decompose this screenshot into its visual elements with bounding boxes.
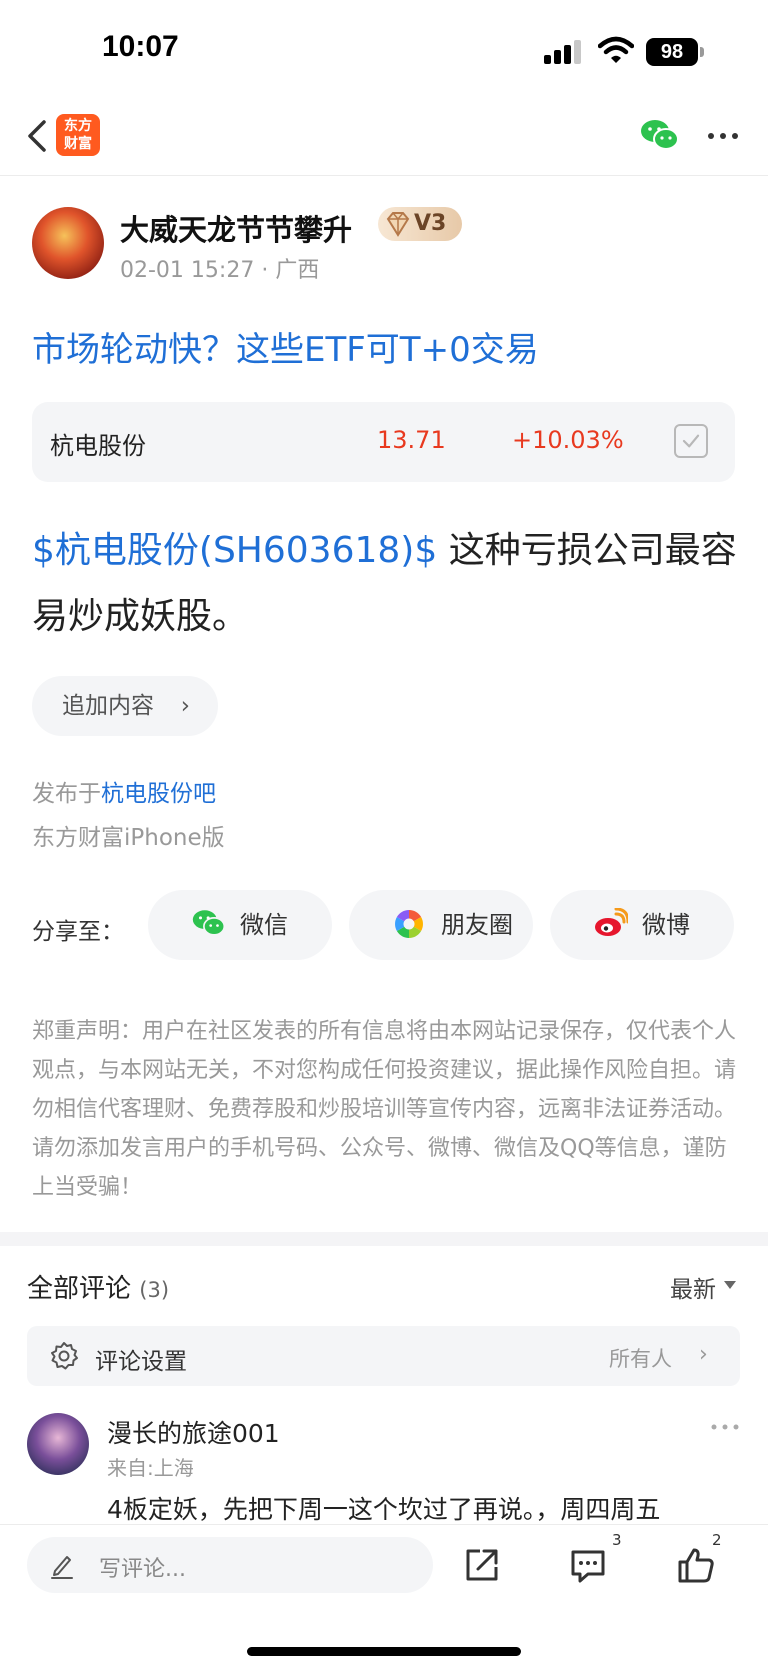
share-weibo-label: 微博 xyxy=(642,911,690,939)
stock-name: 杭电股份 xyxy=(50,432,146,460)
status-bar: 10:07 98 xyxy=(0,0,768,100)
post-body: $杭电股份(SH603618)$ 这种亏损公司最容易炒成妖股。 xyxy=(32,518,738,650)
post-title[interactable]: 市场轮动快？这些ETF可T+0交易 xyxy=(32,322,539,371)
battery-tip xyxy=(700,47,704,57)
home-indicator xyxy=(247,1647,521,1656)
diamond-icon xyxy=(386,212,410,237)
stock-mention-link[interactable]: $杭电股份(SH603618)$ xyxy=(32,530,437,571)
forum-line: 发布于杭电股份吧 xyxy=(32,774,216,808)
commenter-location: 来自:上海 xyxy=(107,1456,194,1480)
stock-price: 13.71 xyxy=(377,426,446,454)
cellular-signal-icon xyxy=(544,40,581,64)
comments-count: (3) xyxy=(139,1278,170,1302)
pen-icon xyxy=(51,1556,73,1579)
app-logo[interactable]: 东方 财富 xyxy=(56,114,100,156)
share-wechat-label: 微信 xyxy=(240,911,288,939)
wechat-icon xyxy=(192,910,226,936)
append-content-label: 追加内容 xyxy=(62,693,154,719)
author-avatar[interactable] xyxy=(32,207,104,279)
share-weibo-button[interactable]: 微博 xyxy=(550,890,734,960)
comment-settings-label: 评论设置 xyxy=(95,1349,187,1375)
caret-down-icon[interactable] xyxy=(724,1281,736,1289)
comment-settings-row[interactable]: 评论设置 所有人 › xyxy=(27,1326,740,1386)
nav-bar: 东方 财富 xyxy=(0,100,768,176)
status-time: 10:07 xyxy=(102,30,179,63)
chevron-right-icon: › xyxy=(699,1342,708,1367)
level-text: V3 xyxy=(414,211,447,236)
disclaimer-text: 郑重声明：用户在社区发表的所有信息将由本网站记录保存，仅代表个人观点，与本网站无… xyxy=(32,1019,737,1200)
comment-count-badge: 3 xyxy=(612,1531,622,1549)
section-divider xyxy=(0,1232,768,1246)
share-label: 分享至： xyxy=(32,919,124,945)
comments-title: 全部评论 (3) xyxy=(27,1268,169,1305)
comment-more-icon[interactable] xyxy=(710,1422,740,1432)
post-date: 02-01 15:27 xyxy=(120,258,255,283)
append-content-button[interactable]: 追加内容 › xyxy=(32,676,218,736)
comment-icon[interactable] xyxy=(568,1545,608,1585)
post-location: · 广西 xyxy=(261,258,320,283)
share-icon[interactable] xyxy=(462,1545,502,1585)
weibo-icon xyxy=(595,908,628,936)
author-name[interactable]: 大威天龙节节攀升 xyxy=(120,207,352,249)
level-badge: V3 xyxy=(378,207,462,241)
commenter-avatar[interactable] xyxy=(27,1413,89,1475)
commenter-name[interactable]: 漫长的旅途001 xyxy=(107,1414,280,1450)
wechat-share-icon[interactable] xyxy=(640,118,680,152)
battery-indicator: 98 xyxy=(646,38,698,66)
wifi-icon xyxy=(598,36,634,63)
comments-title-label: 全部评论 xyxy=(27,1274,132,1304)
like-count-badge: 2 xyxy=(712,1531,722,1549)
share-wechat-button[interactable]: 微信 xyxy=(148,890,332,960)
comment-input-placeholder: 写评论... xyxy=(99,1557,186,1582)
thumbs-up-icon[interactable] xyxy=(676,1545,716,1585)
client-info: 东方财富iPhone版 xyxy=(32,825,225,851)
published-prefix: 发布于 xyxy=(32,781,101,807)
more-options-icon[interactable] xyxy=(706,126,740,146)
add-watchlist-icon[interactable] xyxy=(674,424,708,458)
forum-link[interactable]: 杭电股份吧 xyxy=(101,781,216,807)
back-icon[interactable] xyxy=(22,114,52,158)
post-meta: 02-01 15:27 · 广西 xyxy=(120,252,319,284)
chevron-right-icon: › xyxy=(180,693,190,719)
gear-icon xyxy=(51,1342,78,1370)
share-moments-label: 朋友圈 xyxy=(441,911,513,939)
comment-sort-dropdown[interactable]: 最新 xyxy=(670,1270,716,1304)
stock-quote-card[interactable]: 杭电股份 13.71 +10.03% xyxy=(32,402,735,482)
comment-settings-value: 所有人 xyxy=(609,1347,672,1371)
stock-change: +10.03% xyxy=(512,426,624,454)
moments-icon xyxy=(395,910,423,938)
share-moments-button[interactable]: 朋友圈 xyxy=(349,890,533,960)
comment-text: 4板定妖，先把下周一这个坎过了再说。，周四周五 xyxy=(107,1495,661,1524)
bottom-action-bar: 写评论... 3 2 xyxy=(0,1524,768,1665)
comment-input[interactable]: 写评论... xyxy=(27,1537,433,1593)
